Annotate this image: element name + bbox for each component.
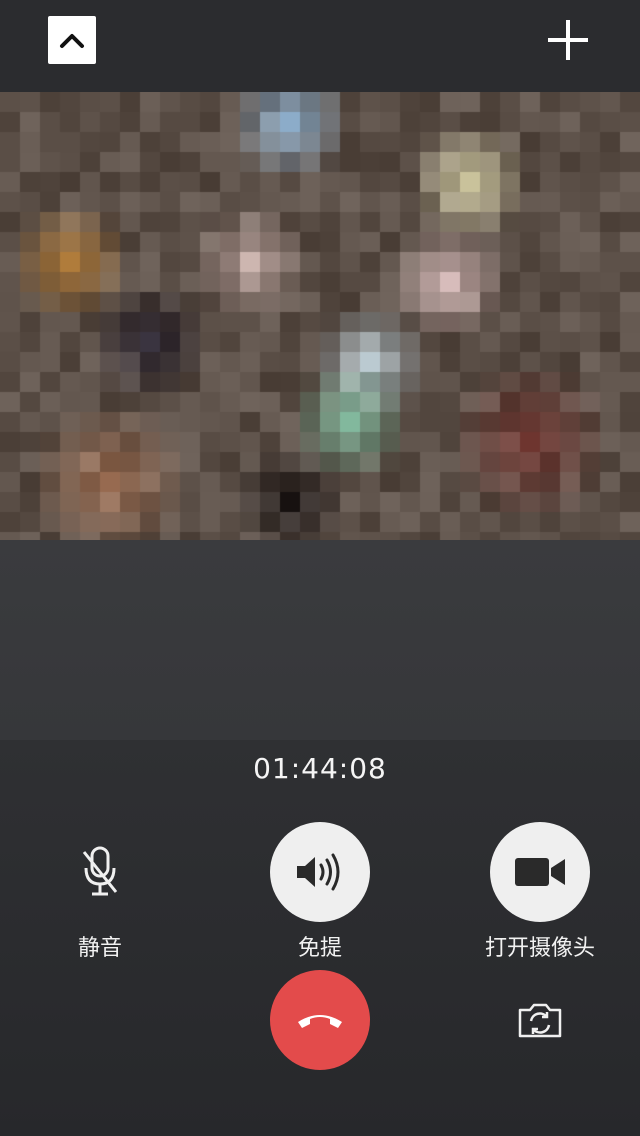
call-duration: 01:44:08 (253, 752, 387, 785)
collapse-button[interactable] (48, 16, 96, 64)
camera-toggle-button[interactable] (490, 822, 590, 922)
microphone-off-icon (82, 846, 118, 896)
speaker-icon (297, 853, 340, 891)
plus-icon (548, 20, 588, 60)
add-participant-button[interactable] (546, 18, 590, 62)
mute-label: 静音 (77, 936, 122, 961)
chevron-up-icon (60, 34, 84, 48)
camera-switch-icon (518, 1003, 562, 1038)
speaker-control[interactable]: 免提 (240, 822, 400, 962)
camera-control[interactable]: 打开摄像头 (460, 822, 620, 962)
video-camera-icon (515, 858, 565, 886)
speaker-label: 免提 (297, 936, 342, 961)
remote-video-feed (0, 92, 640, 540)
top-bar (0, 0, 640, 92)
mute-button[interactable] (50, 822, 150, 922)
video-stage-background (0, 540, 640, 740)
phone-hangup-icon (298, 1015, 342, 1028)
camera-label: 打开摄像头 (484, 936, 595, 961)
speaker-button[interactable] (270, 822, 370, 922)
flip-camera-button[interactable] (514, 996, 566, 1044)
mute-control[interactable]: 静音 (20, 822, 180, 962)
hangup-button[interactable] (270, 970, 370, 1070)
